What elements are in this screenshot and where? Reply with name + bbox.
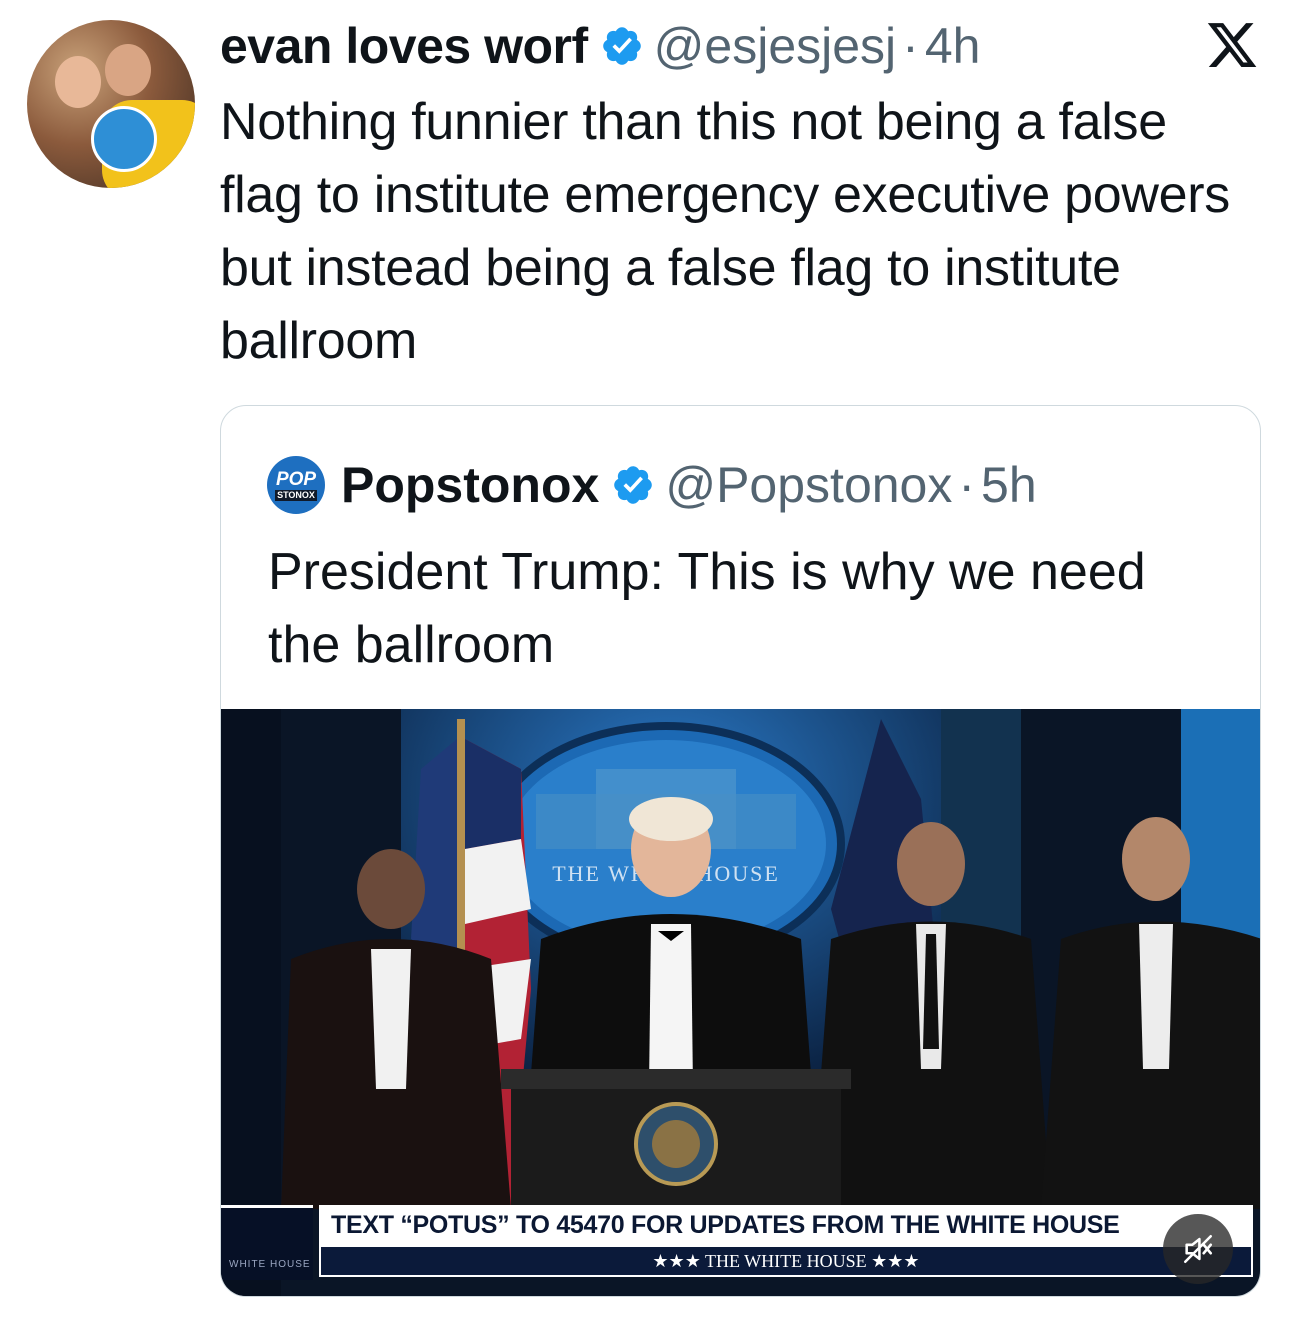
quote-author-handle[interactable]: @Popstonox xyxy=(665,456,952,514)
corner-mark-text: WHITE HOUSE xyxy=(229,1259,311,1270)
quote-text: President Trump: This is why we need the… xyxy=(268,543,1146,674)
lower-third: WHITE HOUSE TEXT “POTUS” TO 45470 FOR UP… xyxy=(221,1199,1260,1280)
quote-avatar-text-top: POP xyxy=(275,468,317,490)
dot-separator: · xyxy=(902,18,919,74)
author-name[interactable]: evan loves worf xyxy=(220,17,588,75)
x-logo-icon xyxy=(1207,23,1257,67)
author-avatar[interactable] xyxy=(27,20,195,188)
tweet-header: evan loves worf @esjesjesj · 4h xyxy=(220,14,980,78)
quote-header: POP STONOX Popstonox @Popstonox · 5h xyxy=(267,454,1037,516)
ticker-subtitle: ★★★ THE WHITE HOUSE ★★★ xyxy=(319,1245,1253,1277)
tweet-time[interactable]: 4h xyxy=(925,17,981,75)
mute-toggle-button[interactable] xyxy=(1163,1214,1233,1284)
white-house-corner-mark: WHITE HOUSE xyxy=(221,1205,313,1280)
quote-time[interactable]: 5h xyxy=(981,456,1037,514)
quote-author-name[interactable]: Popstonox xyxy=(341,456,599,514)
video-player[interactable]: THE WHITE HOUSE xyxy=(221,709,1260,1296)
quoted-tweet[interactable]: POP STONOX Popstonox @Popstonox · 5h Pre… xyxy=(220,405,1261,1297)
verified-badge-icon xyxy=(602,27,641,65)
quote-avatar[interactable]: POP STONOX xyxy=(267,456,325,514)
muted-speaker-icon xyxy=(1183,1234,1213,1264)
dot-separator: · xyxy=(958,457,976,513)
verified-badge-icon xyxy=(614,466,653,504)
quote-avatar-text-bottom: STONOX xyxy=(275,489,317,501)
ticker-text: TEXT “POTUS” TO 45470 FOR UPDATES FROM T… xyxy=(319,1205,1253,1245)
tweet-text: Nothing funnier than this not being a fa… xyxy=(220,93,1230,370)
author-handle[interactable]: @esjesjesj xyxy=(654,17,897,75)
